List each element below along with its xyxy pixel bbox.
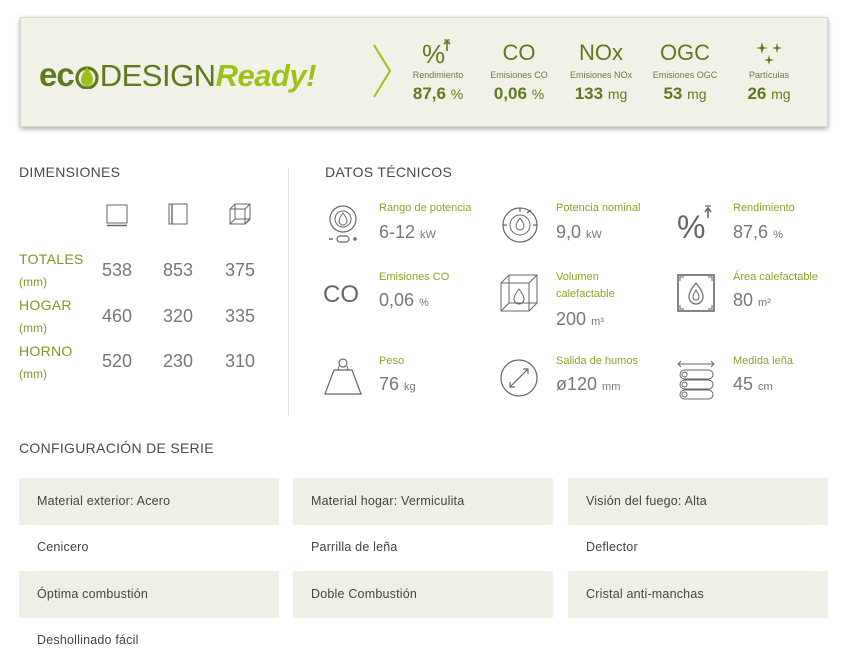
eco-metric-value: 26 mg [747, 84, 791, 103]
volume-icon [500, 274, 538, 312]
flue-outlet-icon [500, 359, 538, 397]
tech-value: 80 m² [733, 290, 771, 310]
dimension-value: 310 [224, 351, 256, 371]
logo-eco-text: ec [39, 56, 75, 93]
tech-label: Peso [379, 355, 405, 367]
eco-metric-value: 0,06 % [493, 84, 545, 103]
weight-icon [324, 358, 362, 395]
eco-metric-label: Emisiones OGC [652, 70, 718, 80]
tech-value: 76 kg [379, 374, 416, 394]
svg-text:%: % [422, 39, 445, 68]
eco-metric-nox: NOx Emisiones NOx 133 mg [561, 38, 641, 104]
tech-label: Medida leña [733, 355, 793, 367]
dimension-value: 460 [101, 306, 133, 326]
config-item: Deshollinado fácil [37, 633, 139, 647]
tech-label: Área calefactable [733, 271, 818, 283]
percent-icon: % [398, 38, 478, 69]
section-divider [288, 168, 289, 416]
co-icon: CO [323, 281, 359, 308]
flame-drop-icon [75, 66, 99, 89]
tech-label: Rendimiento [733, 202, 795, 214]
config-item: Doble Combustión [293, 571, 553, 618]
heated-area-icon [677, 274, 715, 312]
tech-value: 6-12 kW [379, 222, 436, 242]
eco-metric-co: CO Emisiones CO 0,06 % [479, 38, 559, 104]
dimension-value: 335 [224, 306, 256, 326]
dimension-value: 320 [162, 306, 194, 326]
dimension-row-label: HORNO [19, 343, 73, 359]
logo-ready-text: Ready! [215, 58, 317, 93]
eco-metric-value: 87,6 % [412, 84, 464, 103]
dimension-value: 853 [162, 260, 194, 280]
tech-title: DATOS TÉCNICOS [325, 164, 453, 180]
dimension-row-unit: (mm) [19, 275, 47, 289]
dimension-row-label: HOGAR [19, 297, 72, 313]
ecodesign-banner: ec DESIGN Ready! % Rendimiento 87,6 % CO… [20, 17, 828, 127]
chevron-right-icon [373, 44, 392, 98]
tech-value: 200 m³ [556, 309, 604, 329]
config-item: Óptima combustión [19, 571, 279, 618]
dimension-row-label: TOTALES [19, 251, 84, 267]
dimension-value: 520 [101, 351, 133, 371]
config-item: Deflector [586, 540, 638, 554]
dimension-row-unit: (mm) [19, 321, 47, 335]
config-item: Visión del fuego: Alta [568, 478, 828, 525]
eco-metric-label: Rendimiento [412, 70, 464, 80]
eco-metric-label: Emisiones CO [490, 70, 548, 80]
tech-label: Salida de humos [556, 355, 638, 367]
eco-metric-label: Emisiones NOx [569, 70, 632, 80]
co-text-icon: CO [502, 40, 536, 65]
eco-metric-particles: Partículas 26 mg [729, 38, 809, 104]
tech-label: Potencia nominal [556, 202, 641, 214]
ogc-text-icon: OGC [659, 40, 711, 65]
sparkles-icon [729, 38, 809, 68]
config-item: Parrilla de leña [311, 540, 398, 554]
svg-text:%: % [677, 209, 705, 244]
eco-metric-label: Partículas [748, 70, 790, 80]
tech-value: 0,06 % [379, 290, 429, 310]
tech-label: Emisiones CO [379, 271, 450, 283]
config-item: Cristal anti-manchas [568, 571, 828, 618]
height-dimension-icon [168, 203, 188, 225]
efficiency-icon: % [677, 205, 712, 244]
tech-value: 45 cm [733, 374, 773, 394]
ecodesign-logo: ec DESIGN Ready! [39, 56, 316, 96]
config-item: Material hogar: Vermiculita [293, 478, 553, 525]
tech-value: ø120 mm [556, 374, 621, 394]
config-title: CONFIGURACIÓN DE SERIE [19, 440, 214, 456]
logo-design-text: DESIGN [99, 58, 216, 93]
depth-dimension-icon [229, 203, 251, 225]
dimension-value: 230 [162, 351, 194, 371]
eco-metric-value: 133 mg [574, 84, 628, 103]
config-item: Cenicero [37, 540, 89, 554]
nox-text-icon: NOx [579, 40, 623, 65]
dimension-value: 538 [101, 260, 133, 280]
dimension-value: 375 [224, 260, 256, 280]
power-range-icon [329, 205, 357, 243]
tech-label: Volumen calefactable [556, 271, 615, 300]
dimension-row-unit: (mm) [19, 367, 47, 381]
log-length-icon [677, 360, 715, 400]
eco-metric-value: 53 mg [663, 84, 707, 103]
eco-metric-ogc: OGC Emisiones OGC 53 mg [645, 38, 725, 104]
tech-value: 87,6 % [733, 222, 783, 242]
dimensions-title: DIMENSIONES [19, 164, 121, 180]
config-item: Material exterior: Acero [19, 478, 279, 525]
tech-label: Rango de potencia [379, 202, 472, 214]
width-dimension-icon [106, 204, 128, 227]
eco-metric-efficiency: % Rendimiento 87,6 % [398, 38, 478, 104]
nominal-power-icon [502, 207, 538, 243]
tech-value: 9,0 kW [556, 222, 602, 242]
